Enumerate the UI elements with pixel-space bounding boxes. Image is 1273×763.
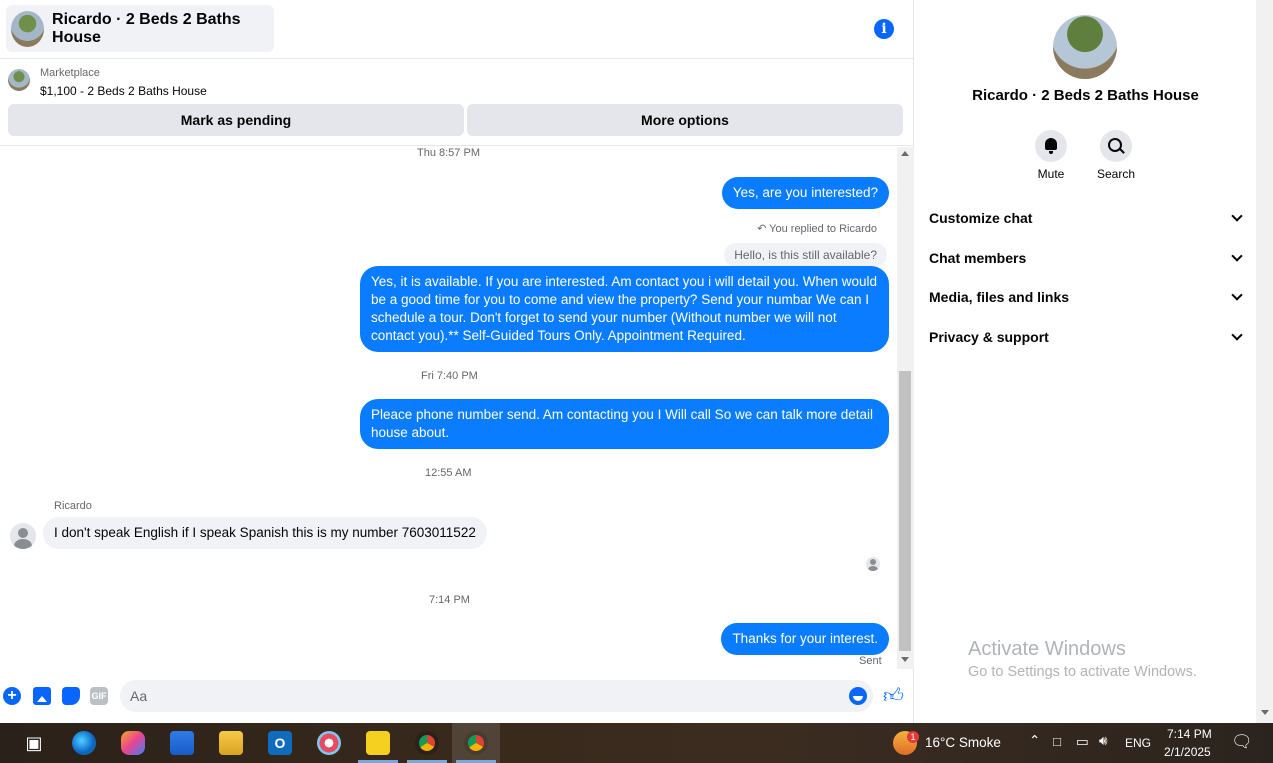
section-label: Customize chat: [929, 210, 1033, 226]
meet-now-icon[interactable]: □: [1053, 734, 1061, 749]
chat-title-button[interactable]: Ricardo · 2 Beds 2 Baths House: [6, 5, 274, 52]
timestamp: Fri 7:40 PM: [421, 370, 478, 382]
outlook-icon[interactable]: O: [268, 731, 292, 755]
reply-indicator-text: You replied to Ricardo: [769, 223, 877, 235]
reply-indicator: ↶ You replied to Ricardo: [757, 222, 877, 235]
timestamp: Thu 8:57 PM: [417, 147, 480, 159]
scroll-down-arrow[interactable]: [901, 657, 909, 662]
chrome-icon[interactable]: [415, 731, 439, 755]
outgoing-message[interactable]: Thanks for your interest.: [721, 623, 889, 655]
gif-icon[interactable]: GIF: [90, 687, 108, 705]
section-label: Chat members: [929, 250, 1027, 266]
copilot-icon[interactable]: [121, 731, 145, 755]
sticker-icon[interactable]: [62, 687, 80, 705]
message-list: Thu 8:57 PM Yes, are you interested? ↶ Y…: [0, 147, 897, 669]
section-label: Media, files and links: [929, 289, 1070, 305]
sticky-notes-icon[interactable]: [366, 731, 390, 755]
scroll-up-arrow[interactable]: [901, 151, 909, 156]
thumbs-up-icon[interactable]: 👍︎: [883, 684, 904, 708]
paint-icon[interactable]: [317, 731, 341, 755]
seen-avatar: [866, 557, 880, 571]
customize-chat-section[interactable]: Customize chat: [929, 206, 1245, 230]
marketplace-bar: Marketplace $1,100 - 2 Beds 2 Baths Hous…: [0, 60, 914, 146]
bell-icon: [1035, 130, 1067, 162]
timestamp: 12:55 AM: [425, 467, 472, 479]
search-label: Search: [1096, 167, 1136, 181]
scroll-down-arrow[interactable]: [1261, 710, 1269, 715]
outgoing-message[interactable]: Yes, it is available. If you are interes…: [360, 266, 889, 352]
task-view-icon[interactable]: ▣: [22, 731, 46, 755]
mark-as-pending-button[interactable]: Mark as pending: [8, 104, 464, 136]
weather-text[interactable]: 16°C Smoke: [925, 735, 1001, 750]
plus-icon[interactable]: +: [3, 687, 21, 705]
scroll-thumb[interactable]: [899, 371, 911, 651]
edge-icon[interactable]: [72, 731, 96, 755]
listing-thumbnail[interactable]: [8, 69, 30, 91]
activate-windows-title: Activate Windows: [968, 638, 1126, 660]
chat-column: Ricardo · 2 Beds 2 Baths House i Marketp…: [0, 0, 914, 723]
quoted-message[interactable]: Hello, is this still available?: [724, 243, 887, 267]
privacy-support-section[interactable]: Privacy & support: [929, 325, 1245, 349]
marketplace-label: Marketplace: [40, 67, 100, 79]
mute-button[interactable]: Mute: [1021, 130, 1081, 181]
messenger-window: Ricardo · 2 Beds 2 Baths House i Marketp…: [0, 0, 1273, 723]
mute-label: Mute: [1037, 167, 1065, 181]
chat-title: Ricardo · 2 Beds 2 Baths House: [52, 10, 241, 46]
profile-title: Ricardo · 2 Beds 2 Baths House: [972, 87, 1199, 104]
timestamp: 7:14 PM: [429, 594, 470, 606]
chat-header: Ricardo · 2 Beds 2 Baths House i: [0, 0, 914, 59]
chevron-up-icon[interactable]: ⌃: [1029, 733, 1040, 749]
activate-windows-subtitle: Go to Settings to activate Windows.: [968, 664, 1197, 680]
chevron-down-icon: [1231, 250, 1243, 262]
chat-members-section[interactable]: Chat members: [929, 246, 1245, 270]
folder-icon[interactable]: [219, 731, 243, 755]
chrome-icon[interactable]: [464, 731, 488, 755]
chevron-down-icon: [1231, 329, 1243, 341]
composer: + GIF 👍︎: [0, 670, 914, 723]
sender-name: Ricardo: [54, 500, 92, 512]
profile-avatar[interactable]: [1053, 15, 1117, 79]
volume-icon[interactable]: 🔊︎: [1099, 733, 1108, 749]
outgoing-message[interactable]: Yes, are you interested?: [721, 177, 889, 209]
sent-status: Sent: [859, 655, 882, 667]
reply-icon: ↶: [757, 223, 770, 235]
image-icon[interactable]: [33, 687, 51, 705]
listing-title[interactable]: $1,100 - 2 Beds 2 Baths House: [40, 84, 207, 98]
chat-info-panel: Ricardo · 2 Beds 2 Baths House Mute Sear…: [915, 0, 1256, 723]
message-input[interactable]: [120, 680, 873, 712]
clock-date[interactable]: 2/1/2025: [1164, 745, 1211, 759]
store-icon[interactable]: [170, 731, 194, 755]
incoming-message[interactable]: I don't speak English if I speak Spanish…: [43, 517, 487, 549]
emoji-icon[interactable]: [849, 687, 867, 705]
chevron-down-icon: [1231, 289, 1243, 301]
more-options-button[interactable]: More options: [467, 104, 903, 136]
info-icon[interactable]: i: [874, 19, 894, 39]
outgoing-message[interactable]: Pleace phone number send. Am contacting …: [360, 399, 889, 449]
sender-avatar[interactable]: [10, 523, 36, 549]
message-scrollbar[interactable]: [897, 147, 914, 669]
media-files-links-section[interactable]: Media, files and links: [929, 285, 1245, 309]
notification-icon[interactable]: 🗨︎: [1231, 732, 1253, 752]
search-button[interactable]: Search: [1086, 130, 1146, 181]
chevron-down-icon: [1231, 210, 1243, 222]
weather-badge: 1: [907, 731, 919, 743]
language-indicator[interactable]: ENG: [1125, 736, 1151, 750]
network-icon[interactable]: ▭: [1076, 734, 1089, 750]
clock-time[interactable]: 7:14 PM: [1167, 727, 1212, 741]
page-scrollbar[interactable]: [1256, 0, 1273, 723]
search-icon: [1100, 130, 1132, 162]
section-label: Privacy & support: [929, 329, 1049, 345]
avatar: [11, 10, 45, 47]
taskbar: ▣ O 1 16°C Smoke ⌃ □ ▭ 🔊︎ ENG 7:14 PM 2/…: [0, 723, 1273, 763]
